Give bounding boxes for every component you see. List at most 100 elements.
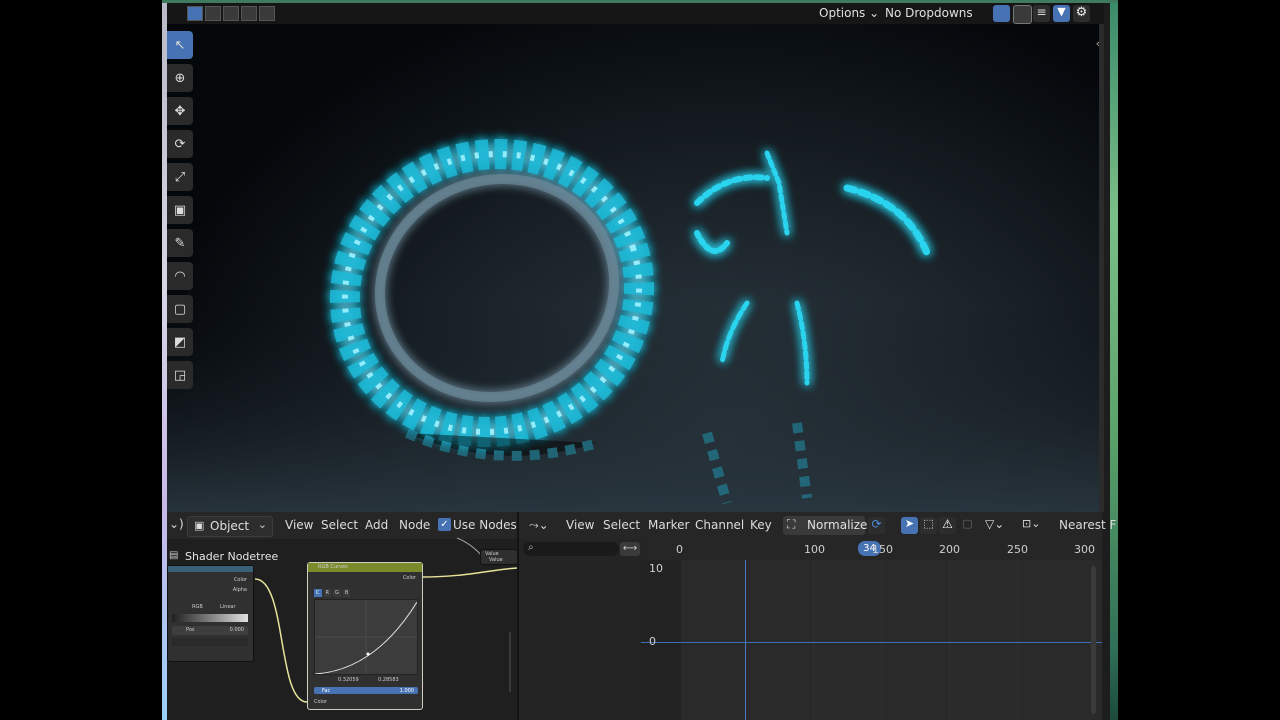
output-color-label: Color — [233, 577, 247, 583]
menu-view[interactable]: View — [285, 518, 313, 532]
snap-tool-icon[interactable]: ◲ — [167, 361, 193, 389]
tab-green[interactable]: G — [332, 589, 341, 597]
refresh-icon[interactable]: ⟳ — [868, 517, 885, 534]
menu-select[interactable]: Select — [321, 518, 358, 532]
grid-line — [881, 560, 882, 720]
curve-plot[interactable]: 10 0 — [641, 560, 1102, 720]
select-mode-intersect-icon[interactable] — [259, 6, 275, 21]
list-view-icon[interactable] — [993, 5, 1010, 22]
cursor-select-icon[interactable]: ➤ — [901, 517, 918, 534]
output-alpha-label: Alpha — [232, 587, 247, 593]
menu-node[interactable]: Node — [399, 518, 430, 532]
select-mode-subtract-icon[interactable] — [223, 6, 239, 21]
rgb-curves-title: RGB Curves — [318, 564, 348, 570]
viewport-header: Options ⌄ No Dropdowns ⌄ ≡ ▼ ⚙ — [167, 3, 1104, 24]
dropdowns-label: No Dropdowns — [885, 6, 973, 20]
y-label-0: 0 — [649, 635, 656, 648]
select-tool-icon[interactable]: ↖ — [167, 31, 193, 59]
color-mode-field[interactable]: RGB — [192, 604, 203, 610]
annotate-tool-icon[interactable]: ✎ — [167, 229, 193, 257]
value-node[interactable]: Value Value — [480, 549, 518, 565]
cursor-tool-icon[interactable]: ⊕ — [167, 64, 193, 92]
no-dropdowns-menu[interactable]: No Dropdowns ⌄ — [885, 6, 1006, 20]
curve-point-y[interactable]: 0.28583 — [378, 677, 399, 683]
editor-type-icon[interactable]: ⌄) — [169, 517, 184, 531]
menu-select[interactable]: Select — [603, 518, 640, 532]
pos-label: Pos — [186, 627, 195, 633]
curve-line — [314, 600, 418, 675]
ghost-icon[interactable]: ▢ — [959, 517, 976, 534]
grid-line — [813, 560, 814, 720]
image-tool-icon[interactable]: ◩ — [167, 328, 193, 356]
curve-channel-tabs: C R G B — [314, 589, 351, 597]
options-label: Options — [819, 6, 866, 20]
add-cube-tool-icon[interactable]: ▢ — [167, 295, 193, 323]
object-mode-dropdown[interactable]: ▣ Object ⌄ — [187, 516, 273, 537]
menu-add[interactable]: Add — [365, 518, 388, 532]
options-menu[interactable]: Options ⌄ — [819, 6, 879, 20]
normalize-icon: ⛶ — [787, 517, 796, 531]
curves-output-color: Color — [402, 575, 416, 581]
viewport-scrollbar[interactable] — [1099, 24, 1104, 512]
menu-key[interactable]: Key — [750, 518, 772, 532]
tab-red[interactable]: R — [323, 589, 331, 597]
move-tool-icon[interactable]: ✥ — [167, 97, 193, 125]
app-content: Options ⌄ No Dropdowns ⌄ ≡ ▼ ⚙ ↖ ⊕ ✥ ⟳ ⤢… — [162, 0, 1118, 720]
channel-list[interactable]: ⌕ ⟷ — [519, 539, 641, 720]
box-select-icon[interactable]: ⬚ — [920, 517, 937, 534]
scale-tool-icon[interactable]: ⤢ — [167, 163, 193, 191]
pivot-icon[interactable]: ⊡⌄ — [1022, 517, 1040, 534]
gear-icon[interactable]: ⚙ — [1073, 5, 1090, 22]
select-mode-extend-icon[interactable] — [205, 6, 221, 21]
select-mode-invert-icon[interactable] — [241, 6, 257, 21]
editor-type-icon[interactable]: ⤳⌄ — [529, 518, 549, 533]
use-nodes-label: Use Nodes — [453, 518, 517, 532]
graph-editor[interactable]: ⤳⌄ View Select Marker Channel Key ⛶ Norm… — [517, 512, 1116, 720]
3d-viewport[interactable]: Options ⌄ No Dropdowns ⌄ ≡ ▼ ⚙ ↖ ⊕ ✥ ⟳ ⤢… — [167, 3, 1104, 512]
rgb-curves-node[interactable]: RGB Curves Color C R G B 0.32059 0.28583 — [307, 562, 423, 710]
frame-tick-150: 150 — [872, 543, 893, 556]
interpolation-dropdown[interactable]: Nearest F — [1059, 518, 1116, 532]
shader-nodetree-label: Shader Nodetree — [185, 550, 279, 563]
select-mode-icons[interactable] — [187, 6, 275, 21]
measure-tool-icon[interactable]: ◠ — [167, 262, 193, 290]
plot-scrollbar[interactable] — [1091, 566, 1096, 714]
rotate-tool-icon[interactable]: ⟳ — [167, 130, 193, 158]
fac-value: 1.000 — [399, 688, 414, 694]
value-label-2: Value — [489, 557, 503, 563]
playhead[interactable] — [745, 560, 746, 720]
frame-tick-300: 300 — [1074, 543, 1095, 556]
select-mode-new-icon[interactable] — [187, 6, 203, 21]
transform-tool-icon[interactable]: ▣ — [167, 196, 193, 224]
floor-plane — [167, 303, 1104, 512]
curve-point-x[interactable]: 0.32059 — [338, 677, 359, 683]
menu-view[interactable]: View — [566, 518, 594, 532]
fac-slider[interactable]: Fac 1.000 — [314, 687, 418, 694]
node-header-bar: RGB Curves — [308, 563, 422, 572]
frame-tick-200: 200 — [939, 543, 960, 556]
color-ramp-node[interactable]: Color Alpha RGB Linear Pos 0.000 — [167, 565, 254, 662]
menu-channel[interactable]: Channel — [695, 518, 744, 532]
channel-search-input[interactable]: ⌕ — [523, 542, 619, 556]
hamburger-icon[interactable]: ≡ — [1033, 5, 1050, 22]
window-icon[interactable] — [1013, 5, 1032, 24]
use-nodes-checkbox[interactable]: ✓ — [438, 518, 451, 531]
node-header-bar — [168, 566, 253, 572]
grid-line — [1017, 560, 1018, 720]
frame-ruler[interactable]: 0 34 100 150 200 250 300 — [641, 539, 1102, 560]
tab-combined[interactable]: C — [314, 589, 322, 597]
pos-field[interactable]: Pos 0.000 — [172, 626, 248, 635]
normalize-toggle[interactable]: ⛶ Normalize — [783, 516, 867, 535]
tab-blue[interactable]: B — [342, 589, 351, 597]
shader-node-editor[interactable]: ⌄) ▣ Object ⌄ View Select Add Node ✓ Use… — [167, 512, 518, 720]
warning-icon[interactable]: ⚠ — [939, 517, 956, 534]
interpolation-field[interactable]: Linear — [220, 604, 236, 610]
curve-graph[interactable] — [314, 599, 418, 675]
color-ramp-gradient[interactable] — [172, 614, 248, 622]
ramp-color-swatch[interactable] — [172, 638, 248, 646]
menu-marker[interactable]: Marker — [648, 518, 689, 532]
swap-icon[interactable]: ⟷ — [620, 542, 640, 556]
filter-icon[interactable]: ▽⌄ — [985, 517, 1004, 534]
nodetree-icon: ▤ — [169, 550, 179, 561]
filter-icon[interactable]: ▼ — [1053, 5, 1070, 22]
